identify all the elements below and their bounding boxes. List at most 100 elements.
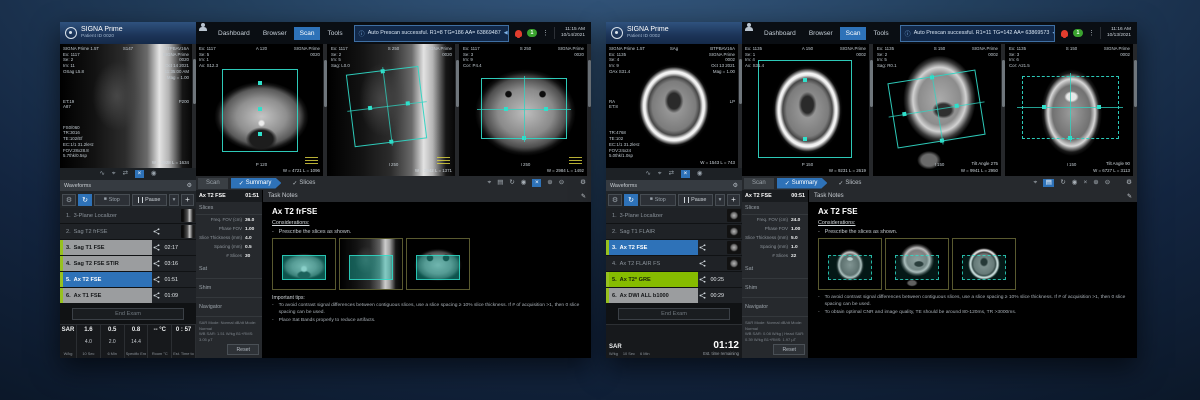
protocol-row-1[interactable]: 1.3-Plane Localizer: [60, 208, 196, 223]
viewport-sagittal[interactable]: Ex: 1117Se: 2Im: 5Sag: L0.0 SIGNA Prime0…: [328, 44, 459, 176]
nav-tools[interactable]: Tools: [321, 27, 348, 40]
rescan-button[interactable]: ↻: [624, 194, 638, 206]
rx-box[interactable]: [481, 78, 567, 139]
viewport-coronal[interactable]: Ex: 1117Se: 3Im: 9Cor: P4.4 SIGNA Prime0…: [460, 44, 591, 176]
stop-button[interactable]: ■Stop: [640, 194, 676, 206]
crosshair-icon[interactable]: ⌖: [112, 171, 116, 178]
viewport-sagittal[interactable]: Ex: 1135Se: 2Im: 5Sag: R0.1 SIGNA Prime0…: [874, 44, 1005, 176]
protocol-row-5[interactable]: 5.Ax T2* GRE00:25: [606, 272, 742, 287]
param-value[interactable]: 36.0: [245, 218, 260, 223]
waveforms-gear-icon[interactable]: ⚙: [187, 182, 192, 189]
crosshair-icon[interactable]: ⌖: [1034, 180, 1038, 187]
viewport-scrollbar[interactable]: [587, 44, 591, 176]
layers-icon[interactable]: ▤: [497, 180, 503, 187]
waveforms-gear-icon[interactable]: ⚙: [733, 182, 738, 189]
prescan-status-banner[interactable]: ⓘ Auto Prescan successful. R1=11 TG=142 …: [900, 25, 1055, 42]
pause-dropdown[interactable]: ▾: [169, 194, 179, 206]
zoom-in-icon[interactable]: ⊕: [547, 180, 552, 187]
record-icon[interactable]: ◉: [1072, 180, 1078, 187]
settings-button[interactable]: ⚙: [62, 194, 76, 206]
zoom-in-icon[interactable]: ⊕: [1093, 180, 1098, 187]
viewport-coronal[interactable]: Ex: 1135Se: 3Im: 6Cor: A21.5 SIGNA Prime…: [1006, 44, 1137, 176]
viewport-axial[interactable]: Ex: 1117Se: 5Im: 1Ax: S12.3 SIGNA Prime0…: [196, 44, 327, 176]
protocol-row-3[interactable]: 3.Sag T1 FSE02:17: [60, 240, 196, 255]
protocol-row-4[interactable]: 4.Sag T2 FSE STIR03:16: [60, 256, 196, 271]
param-value[interactable]: 1.00: [791, 227, 806, 232]
layers-icon[interactable]: ▤: [1043, 179, 1054, 187]
alert-bell-icon[interactable]: [515, 30, 522, 37]
rx-box[interactable]: [1022, 76, 1119, 139]
protocol-row-1[interactable]: 1.3-Plane Localizer: [606, 208, 742, 223]
swap-icon[interactable]: ⇄: [123, 171, 128, 178]
close-icon[interactable]: ×: [135, 170, 144, 178]
zoom-out-icon[interactable]: ⊖: [559, 180, 564, 187]
section-slices[interactable]: Slices: [196, 202, 262, 215]
waveform-icon[interactable]: ∿: [645, 171, 650, 178]
nav-tools[interactable]: Tools: [867, 27, 894, 40]
protocol-row-2[interactable]: 2.Sag T1 FLAIR: [606, 224, 742, 239]
protocol-row-3-active[interactable]: 3.Ax T2 FSE: [606, 240, 742, 255]
protocol-row-4[interactable]: 4.Ax T2 FLAIR FS: [606, 256, 742, 271]
settings-gear-icon[interactable]: ⚙: [580, 180, 586, 187]
section-navigator[interactable]: Navigator: [196, 298, 262, 317]
rx-box[interactable]: [888, 69, 986, 148]
rx-box[interactable]: [222, 69, 298, 152]
section-shim[interactable]: Shim: [742, 279, 808, 298]
viewport-scrollbar[interactable]: [1133, 44, 1137, 176]
close-icon[interactable]: ×: [532, 179, 541, 187]
message-badge[interactable]: 1: [527, 29, 537, 37]
protocol-row-6[interactable]: 6.Ax T1 FSE01:09: [60, 288, 196, 303]
tab-scan[interactable]: Scan: [744, 178, 774, 189]
crosshair-icon[interactable]: ⌖: [488, 180, 492, 187]
close-icon[interactable]: ×: [681, 170, 690, 178]
tab-summary[interactable]: ✓Summary: [777, 178, 828, 189]
section-sat[interactable]: Sat: [742, 260, 808, 279]
speaker-icon[interactable]: ◀: [504, 30, 508, 36]
tab-slices[interactable]: ✓Slices: [284, 178, 323, 189]
end-exam-button[interactable]: End Exam: [72, 308, 184, 320]
prescan-status-banner[interactable]: ⓘ Auto Prescan successful. R1=8 TG=186 A…: [354, 25, 509, 42]
rx-box[interactable]: [346, 66, 428, 147]
viewport-scrollbar[interactable]: [869, 44, 873, 176]
add-task-button[interactable]: +: [727, 194, 740, 206]
user-icon[interactable]: [198, 22, 207, 31]
pause-button[interactable]: Pause: [132, 194, 168, 206]
param-value[interactable]: 4.0: [245, 236, 260, 241]
nav-browser[interactable]: Browser: [803, 27, 839, 40]
nav-scan[interactable]: Scan: [294, 27, 321, 40]
param-value[interactable]: 1.00: [245, 227, 260, 232]
section-sat[interactable]: Sat: [196, 260, 262, 279]
rescan-button[interactable]: ↻: [78, 194, 92, 206]
param-value[interactable]: 30: [245, 254, 260, 259]
tab-scan[interactable]: Scan: [198, 178, 228, 189]
stop-button[interactable]: ■Stop: [94, 194, 130, 206]
close-icon[interactable]: ×: [1083, 180, 1087, 187]
swap-icon[interactable]: ⇄: [669, 171, 674, 178]
reference-image[interactable]: SIGNA Prime 1.5TEx: 1117Se: 2Im: 11OSag …: [60, 44, 196, 168]
settings-button[interactable]: ⚙: [608, 194, 622, 206]
reference-image[interactable]: SIGNA Prime 1.5TEx: 1135Se: 4Im: 9OAx S3…: [606, 44, 742, 168]
protocol-row-5-active[interactable]: 5.Ax T2 FSE01:51: [60, 272, 196, 287]
refresh-icon[interactable]: ↻: [509, 180, 514, 187]
add-task-button[interactable]: +: [181, 194, 194, 206]
reset-button[interactable]: Reset: [773, 344, 805, 355]
message-badge[interactable]: 1: [1073, 29, 1083, 37]
nav-dashboard[interactable]: Dashboard: [212, 27, 256, 40]
user-icon[interactable]: [744, 22, 753, 31]
tab-slices[interactable]: ✓Slices: [830, 178, 869, 189]
section-shim[interactable]: Shim: [196, 279, 262, 298]
viewport-axial[interactable]: Ex: 1135Se: 1Im: 4Ax: S31.4 SIGNA Prime0…: [742, 44, 873, 176]
zoom-out-icon[interactable]: ⊖: [1105, 180, 1110, 187]
refresh-icon[interactable]: ↻: [1060, 180, 1065, 187]
pause-button[interactable]: Pause: [678, 194, 714, 206]
viewport-scrollbar[interactable]: [1001, 44, 1005, 176]
kebab-menu-icon[interactable]: ⋮: [1088, 29, 1095, 37]
nav-dashboard[interactable]: Dashboard: [758, 27, 802, 40]
speaker-icon[interactable]: ◀: [1052, 30, 1055, 36]
alert-bell-icon[interactable]: [1061, 30, 1068, 37]
record-icon[interactable]: ◉: [521, 180, 527, 187]
settings-gear-icon[interactable]: ⚙: [1126, 180, 1132, 187]
record-icon[interactable]: ◉: [697, 171, 703, 178]
section-navigator[interactable]: Navigator: [742, 298, 808, 317]
reset-button[interactable]: Reset: [227, 344, 259, 355]
